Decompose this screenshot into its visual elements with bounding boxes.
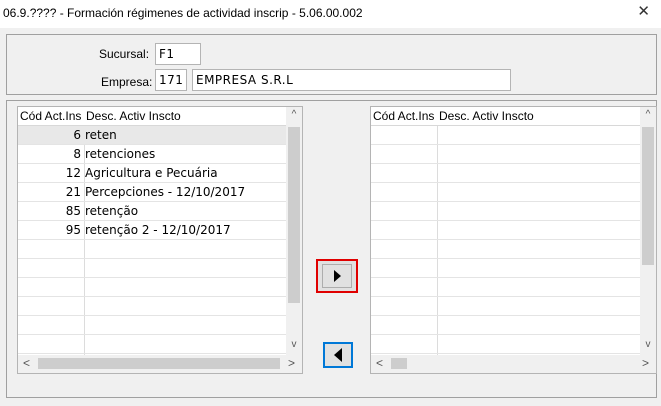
- empty-row[interactable]: [371, 259, 640, 278]
- cell-code: 6: [73, 128, 81, 142]
- scroll-up-icon[interactable]: ^: [640, 109, 656, 120]
- empty-row[interactable]: [371, 278, 640, 297]
- empty-row[interactable]: [371, 202, 640, 221]
- title-bar: 06.9.???? - Formación régimenes de activ…: [0, 0, 661, 28]
- table-row[interactable]: 85 retenção: [18, 202, 286, 221]
- empresa-label: Empresa:: [101, 75, 153, 89]
- cell-desc: reten: [85, 128, 117, 142]
- cell-code: 95: [65, 223, 81, 237]
- horizontal-scrollbar[interactable]: < >: [18, 355, 302, 373]
- empty-row[interactable]: [18, 278, 286, 297]
- scroll-down-icon[interactable]: v: [640, 339, 656, 350]
- scroll-up-icon[interactable]: ^: [286, 109, 302, 120]
- empty-row[interactable]: [18, 240, 286, 259]
- move-right-button[interactable]: [316, 259, 358, 293]
- cell-code: 21: [65, 185, 81, 199]
- empty-row[interactable]: [371, 335, 640, 354]
- scrollbar-thumb[interactable]: [642, 127, 654, 265]
- available-activities-grid[interactable]: Cód Act.Ins Desc. Activ Inscto 6 reten 8 re…: [17, 106, 303, 374]
- scroll-left-icon[interactable]: <: [23, 356, 30, 370]
- cell-desc: retenciones: [85, 147, 156, 161]
- selected-activities-grid[interactable]: Cód Act.Ins Desc. Activ Inscto ^ v < >: [370, 106, 657, 374]
- empresa-name-field[interactable]: EMPRESA S.R.L: [192, 69, 511, 91]
- scrollbar-thumb[interactable]: [288, 127, 300, 303]
- cell-desc: retenção: [85, 204, 139, 218]
- scroll-right-icon[interactable]: >: [288, 356, 295, 370]
- move-right-button-face[interactable]: [322, 264, 352, 288]
- horizontal-scrollbar[interactable]: < >: [371, 355, 656, 373]
- table-row[interactable]: 8 retenciones: [18, 145, 286, 164]
- scroll-down-icon[interactable]: v: [286, 339, 302, 350]
- header-panel: Sucursal: F1 Empresa: 171 EMPRESA S.R.L: [6, 34, 657, 95]
- grid-rows: 6 reten 8 retenciones 12 Agricultura e Pecuár…: [18, 126, 286, 354]
- cell-desc: Percepciones - 12/10/2017: [85, 185, 246, 199]
- empresa-code-field[interactable]: 171: [155, 69, 187, 91]
- vertical-scrollbar[interactable]: ^ v: [286, 107, 302, 355]
- sucursal-field[interactable]: F1: [155, 43, 201, 65]
- scroll-left-icon[interactable]: <: [376, 356, 383, 370]
- scroll-right-icon[interactable]: >: [642, 356, 649, 370]
- scrollbar-thumb[interactable]: [38, 358, 280, 369]
- triangle-right-icon: [333, 270, 341, 282]
- empty-row[interactable]: [371, 126, 640, 145]
- lists-panel: Cód Act.Ins Desc. Activ Inscto 6 reten 8 re…: [6, 100, 657, 398]
- vertical-scrollbar[interactable]: ^ v: [640, 107, 656, 355]
- empty-row[interactable]: [371, 316, 640, 335]
- empty-row[interactable]: [371, 164, 640, 183]
- grid-header: Cód Act.Ins Desc. Activ Inscto: [18, 107, 286, 126]
- move-left-button[interactable]: [323, 342, 353, 368]
- table-row[interactable]: 6 reten: [18, 126, 286, 145]
- empty-row[interactable]: [18, 335, 286, 354]
- cell-desc: Agricultura e Pecuária: [85, 166, 218, 180]
- scrollbar-thumb[interactable]: [391, 358, 407, 369]
- column-header-desc[interactable]: Desc. Activ Inscto: [86, 109, 181, 123]
- empty-row[interactable]: [18, 316, 286, 335]
- close-icon[interactable]: ✕: [637, 2, 650, 20]
- cell-code: 85: [65, 204, 81, 218]
- empty-row[interactable]: [18, 259, 286, 278]
- table-row[interactable]: 95 retenção 2 - 12/10/2017: [18, 221, 286, 240]
- empty-row[interactable]: [18, 297, 286, 316]
- column-header-desc[interactable]: Desc. Activ Inscto: [439, 109, 534, 123]
- column-header-code[interactable]: Cód Act.Ins: [20, 109, 81, 123]
- empty-row[interactable]: [371, 221, 640, 240]
- triangle-left-icon: [334, 348, 342, 362]
- empty-row[interactable]: [371, 240, 640, 259]
- grid-rows: [371, 126, 640, 354]
- window-title: 06.9.???? - Formación régimenes de activ…: [3, 6, 363, 20]
- sucursal-label: Sucursal:: [99, 47, 150, 61]
- empty-row[interactable]: [371, 145, 640, 164]
- empty-row[interactable]: [371, 183, 640, 202]
- cell-code: 12: [65, 166, 81, 180]
- cell-code: 8: [73, 147, 81, 161]
- column-header-code[interactable]: Cód Act.Ins: [373, 109, 434, 123]
- cell-desc: retenção 2 - 12/10/2017: [85, 223, 231, 237]
- empty-row[interactable]: [371, 297, 640, 316]
- grid-header: Cód Act.Ins Desc. Activ Inscto: [371, 107, 640, 126]
- window-body: Sucursal: F1 Empresa: 171 EMPRESA S.R.L …: [0, 28, 661, 406]
- table-row[interactable]: 12 Agricultura e Pecuária: [18, 164, 286, 183]
- table-row[interactable]: 21 Percepciones - 12/10/2017: [18, 183, 286, 202]
